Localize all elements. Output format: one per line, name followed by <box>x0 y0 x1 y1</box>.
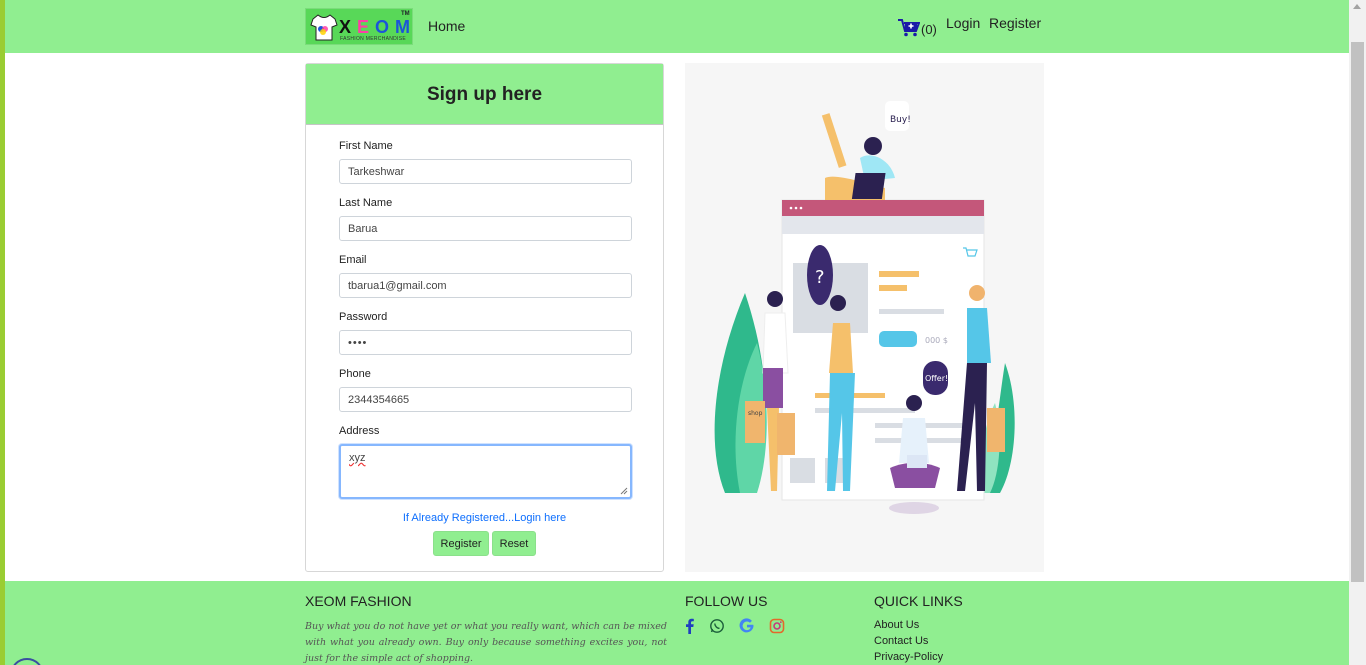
address-value: xyz <box>349 452 366 464</box>
shopping-illustration: 000 $ Buy! ? Offer! shop <box>685 63 1044 572</box>
cart-link[interactable]: (0) <box>898 16 937 37</box>
bubble-offer-text: Offer! <box>925 374 948 383</box>
signup-card: Sign up here First Name Tarkeshwar Last … <box>305 63 664 572</box>
nav-login-link[interactable]: Login <box>946 15 980 31</box>
online-shopping-illustration: 000 $ Buy! ? Offer! shop <box>714 101 1015 514</box>
price-tag-text: 000 $ <box>925 336 948 345</box>
phone-label: Phone <box>339 368 371 380</box>
last-name-label: Last Name <box>339 197 393 209</box>
tshirt-logo-icon <box>310 14 338 41</box>
resize-grip-icon[interactable] <box>620 487 628 495</box>
reset-button[interactable]: Reset <box>492 531 536 556</box>
scrollbar-thumb[interactable] <box>1351 42 1364 582</box>
instagram-icon[interactable] <box>769 618 785 634</box>
address-label: Address <box>339 425 380 437</box>
first-name-input[interactable]: Tarkeshwar <box>339 159 632 184</box>
bubble-question-text: ? <box>815 267 825 288</box>
cart-count: (0) <box>921 22 937 37</box>
nav-home-link[interactable]: Home <box>428 18 465 34</box>
brand-letter-m: M <box>395 17 417 37</box>
google-icon[interactable] <box>739 618 755 634</box>
footer-link-contact[interactable]: Contact Us <box>874 635 928 647</box>
footer-about-text: Buy what you do not have yet or what you… <box>305 621 667 664</box>
last-name-input[interactable]: Barua <box>339 216 632 241</box>
window-frame-edge <box>0 0 5 665</box>
brand-trademark: TM <box>401 11 410 17</box>
phone-input[interactable]: 2344354665 <box>339 387 632 412</box>
scroll-up-arrow-icon[interactable] <box>1353 4 1361 9</box>
brand-wordmark: XEOM <box>339 17 416 38</box>
password-input[interactable]: •••• <box>339 330 632 355</box>
bag-label-left: shop <box>748 410 763 417</box>
footer-follow-title: FOLLOW US <box>685 593 768 609</box>
login-here-link[interactable]: If Already Registered...Login here <box>306 512 663 524</box>
footer: XEOM FASHION Buy what you do not have ye… <box>5 581 1349 665</box>
email-input[interactable]: tbarua1@gmail.com <box>339 273 632 298</box>
bubble-buy-text: Buy! <box>890 115 911 125</box>
brand-tagline: FASHION MERCHANDISE <box>340 36 406 42</box>
brand-logo[interactable]: XEOM FASHION MERCHANDISE TM <box>305 8 413 45</box>
whatsapp-icon[interactable] <box>709 618 725 634</box>
first-name-label: First Name <box>339 140 393 152</box>
brand-letter-e: E <box>357 17 376 37</box>
password-label: Password <box>339 311 388 323</box>
facebook-icon[interactable] <box>682 618 698 634</box>
cart-plus-icon <box>898 19 920 37</box>
brand-letter-o: O <box>375 17 396 37</box>
footer-about-title: XEOM FASHION <box>305 593 412 609</box>
register-button[interactable]: Register <box>433 531 489 556</box>
brand-letter-x: X <box>339 17 358 37</box>
email-label: Email <box>339 254 367 266</box>
navbar: XEOM FASHION MERCHANDISE TM Home (0) Log… <box>5 0 1349 53</box>
footer-quicklinks-title: QUICK LINKS <box>874 593 963 609</box>
vertical-scrollbar[interactable] <box>1349 0 1366 665</box>
footer-link-about[interactable]: About Us <box>874 619 919 631</box>
footer-link-privacy[interactable]: Privacy-Policy <box>874 651 943 663</box>
address-textarea[interactable]: xyz <box>339 444 632 499</box>
signup-title: Sign up here <box>306 64 663 125</box>
nav-register-link[interactable]: Register <box>989 15 1041 31</box>
